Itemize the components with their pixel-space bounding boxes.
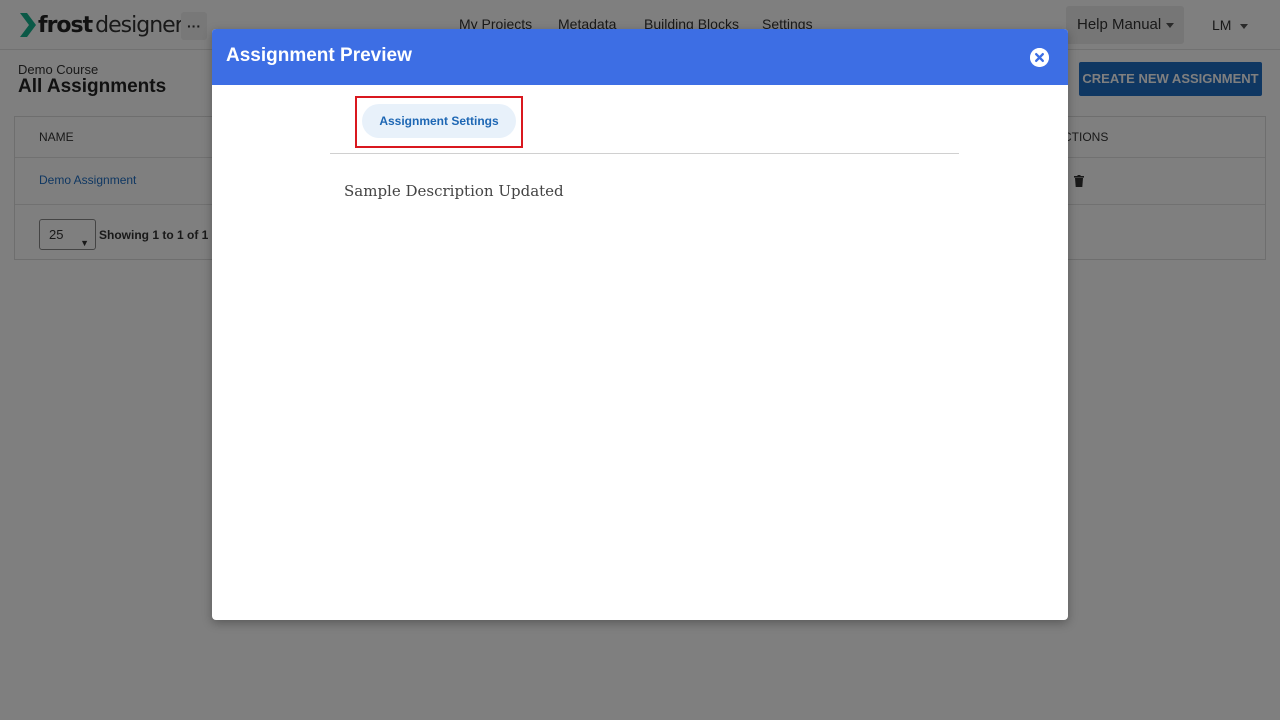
tab-divider — [330, 153, 959, 154]
assignment-preview-modal: Assignment Preview Assignment Settings S… — [212, 29, 1068, 620]
modal-title: Assignment Preview — [226, 45, 412, 66]
modal-header: Assignment Preview — [212, 29, 1068, 85]
tab-assignment-settings[interactable]: Assignment Settings — [362, 104, 516, 138]
close-icon[interactable] — [1030, 48, 1049, 67]
assignment-description: Sample Description Updated — [344, 182, 564, 200]
